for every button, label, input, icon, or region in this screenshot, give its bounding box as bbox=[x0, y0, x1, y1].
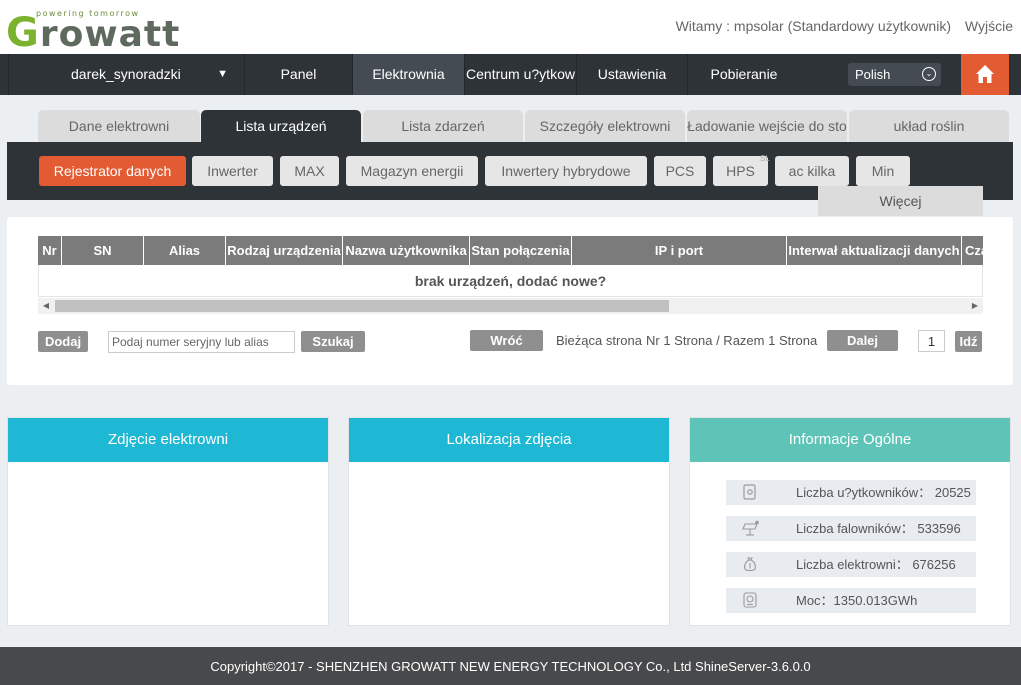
empty-table-message[interactable]: brak urządzeń, dodać nowe? bbox=[38, 265, 983, 297]
photo-location-title: Lokalizacja zdjęcia bbox=[349, 418, 669, 462]
tab-szczegoly-elektrowni[interactable]: Szczegóły elektrowni bbox=[525, 110, 685, 142]
col-stan-polaczenia[interactable]: Stan połączenia bbox=[470, 236, 572, 265]
current-page-label: Bieżąca strona bbox=[556, 333, 642, 348]
info-power-text: Moc：1350.013GWh bbox=[796, 593, 918, 608]
page-info: Nr 1 Strona / Razem 1 Strona bbox=[646, 333, 818, 348]
home-icon bbox=[976, 65, 994, 83]
user-icon bbox=[726, 480, 774, 505]
logout-link[interactable]: Wyjście bbox=[965, 18, 1013, 34]
info-plants-text: Liczba elektrowni： 676256 bbox=[796, 557, 956, 572]
user-dropdown[interactable]: darek_synoradzki ▼ bbox=[8, 54, 244, 95]
welcome-text: Witamy : mpsolar (Standardowy użytkownik… bbox=[675, 18, 951, 34]
growatt-logo[interactable]: powering tomorrow Growatt bbox=[6, 6, 179, 56]
more-dropdown[interactable]: Więcej bbox=[818, 186, 983, 216]
device-type-min[interactable]: Min bbox=[856, 156, 910, 186]
col-interwal[interactable]: Interwał aktualizacji danych bbox=[787, 236, 962, 265]
power-meter-icon bbox=[726, 588, 774, 613]
info-users-row: Liczba u?ytkowników： 20525 bbox=[726, 480, 976, 505]
tab-lista-zdarzen[interactable]: Lista zdarzeń bbox=[363, 110, 523, 142]
plant-photo-card: Zdjęcie elektrowni bbox=[7, 417, 329, 626]
language-value: Polish bbox=[855, 67, 891, 82]
scrollbar-thumb[interactable] bbox=[55, 300, 669, 312]
device-type-inwertery-hybrydowe[interactable]: Inwertery hybrydowe bbox=[485, 156, 647, 186]
search-button[interactable]: Szukaj bbox=[301, 331, 365, 352]
device-type-max[interactable]: MAX bbox=[280, 156, 339, 186]
col-nazwa-uzytkownika[interactable]: Nazwa użytkownika bbox=[343, 236, 470, 265]
info-users-text: Liczba u?ytkowników： 20525 bbox=[796, 485, 971, 500]
previous-page-button[interactable]: Wróć bbox=[470, 330, 543, 351]
next-page-button[interactable]: Dalej bbox=[827, 330, 898, 351]
nav-panel[interactable]: Panel bbox=[244, 54, 352, 95]
general-info-title: Informacje Ogólne bbox=[690, 418, 1010, 462]
logo-wordmark: Growatt bbox=[6, 10, 181, 56]
nav-pobieranie[interactable]: Pobieranie bbox=[687, 54, 800, 95]
nav-ustawienia[interactable]: Ustawienia bbox=[576, 54, 687, 95]
photo-location-card: Lokalizacja zdjęcia bbox=[348, 417, 670, 626]
info-inverters-row: Liczba falowników： 533596 bbox=[726, 516, 976, 541]
col-sn[interactable]: SN bbox=[62, 236, 144, 265]
nav-elektrownia[interactable]: Elektrownia bbox=[352, 54, 464, 95]
horizontal-scrollbar[interactable]: ◀ ▶ bbox=[38, 298, 983, 314]
general-info-card: Informacje Ogólne Liczba u?ytkowników： 2… bbox=[689, 417, 1011, 626]
search-input[interactable] bbox=[108, 331, 295, 353]
header: powering tomorrow Growatt Witamy : mpsol… bbox=[0, 0, 1021, 56]
device-type-ac-kilka[interactable]: ac kilka bbox=[775, 156, 849, 186]
home-button[interactable] bbox=[961, 54, 1009, 95]
device-type-inwerter[interactable]: Inwerter bbox=[192, 156, 273, 186]
col-ip-port[interactable]: IP i port bbox=[572, 236, 787, 265]
chevron-down-icon: ⌄ bbox=[922, 67, 936, 81]
tab-ladowanie[interactable]: Ładowanie wejście do sto bbox=[687, 110, 847, 142]
plant-photo-title: Zdjęcie elektrowni bbox=[8, 418, 328, 462]
footer-copyright: Copyright©2017 - SHENZHEN GROWATT NEW EN… bbox=[0, 647, 1021, 685]
col-rodzaj-urzadzenia[interactable]: Rodzaj urządzenia bbox=[226, 236, 343, 265]
device-type-superscript: SL bbox=[760, 154, 770, 163]
inverter-icon bbox=[726, 516, 774, 541]
device-type-pcs[interactable]: PCS bbox=[654, 156, 706, 186]
device-type-rejestrator[interactable]: Rejestrator danych bbox=[39, 156, 186, 186]
money-bag-icon bbox=[726, 552, 774, 577]
language-select[interactable]: Polish ⌄ bbox=[848, 63, 941, 86]
goto-page-button[interactable]: Idź bbox=[955, 331, 982, 352]
add-device-button[interactable]: Dodaj bbox=[38, 331, 88, 352]
info-inverters-text: Liczba falowników： 533596 bbox=[796, 521, 961, 536]
caret-down-icon: ▼ bbox=[217, 68, 228, 80]
page-number-input[interactable] bbox=[918, 330, 945, 352]
main-nav: darek_synoradzki ▼ Panel Elektrownia Cen… bbox=[0, 54, 1021, 95]
col-nr[interactable]: Nr bbox=[38, 236, 62, 265]
col-czas[interactable]: Cza bbox=[962, 236, 983, 265]
scroll-right-icon[interactable]: ▶ bbox=[967, 298, 983, 314]
tab-uklad-roslin[interactable]: układ roślin bbox=[849, 110, 1009, 142]
col-alias[interactable]: Alias bbox=[144, 236, 226, 265]
device-type-magazyn-energii[interactable]: Magazyn energii bbox=[346, 156, 478, 186]
scroll-left-icon[interactable]: ◀ bbox=[38, 298, 54, 314]
table-header: Nr SN Alias Rodzaj urządzenia Nazwa użyt… bbox=[38, 236, 983, 265]
nav-centrum-uzytkownika[interactable]: Centrum u?ytkow bbox=[464, 54, 576, 95]
tab-lista-urzadzen[interactable]: Lista urządzeń bbox=[201, 110, 361, 142]
info-plants-row: Liczba elektrowni： 676256 bbox=[726, 552, 976, 577]
username: darek_synoradzki bbox=[71, 66, 181, 82]
info-power-row: Moc：1350.013GWh bbox=[726, 588, 976, 613]
tab-dane-elektrowni[interactable]: Dane elektrowni bbox=[38, 110, 200, 142]
